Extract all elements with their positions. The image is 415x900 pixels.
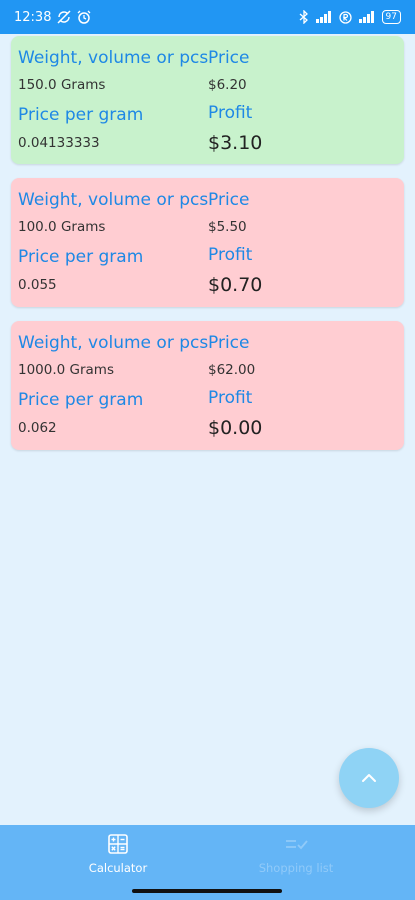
- bluetooth-icon: [299, 10, 309, 24]
- price-per-value: 0.055: [18, 277, 57, 293]
- battery-icon: 97: [381, 10, 401, 24]
- price-per-value: 0.04133333: [18, 135, 100, 151]
- cell-signal-icon: [358, 11, 376, 23]
- profit-label: Profit: [208, 245, 253, 265]
- profit-value: $0.00: [208, 417, 263, 439]
- chevron-up-icon: [360, 772, 378, 784]
- scroll-up-fab[interactable]: [339, 748, 399, 808]
- price-per-label: Price per gram: [18, 247, 144, 267]
- calc-card[interactable]: Weight, volume or pcs Price 1000.0 Grams…: [11, 321, 404, 450]
- r-badge-icon: [338, 10, 352, 24]
- status-bar: 12:38 97: [0, 0, 415, 34]
- nav-calculator-label: Calculator: [88, 861, 148, 875]
- nav-calculator[interactable]: Calculator: [38, 833, 198, 875]
- calculator-icon: [107, 833, 129, 855]
- price-per-label: Price per gram: [18, 390, 144, 410]
- nav-shopping-list[interactable]: Shopping list: [216, 833, 376, 875]
- price-value: $62.00: [208, 362, 256, 378]
- alarm-icon: [77, 10, 91, 24]
- calc-card[interactable]: Weight, volume or pcs Price 100.0 Grams …: [11, 178, 404, 307]
- price-label: Price: [208, 333, 250, 353]
- weight-label: Weight, volume or pcs: [18, 48, 209, 68]
- cell-signal-icon: [315, 11, 333, 23]
- weight-label: Weight, volume or pcs: [18, 190, 209, 210]
- price-value: $6.20: [208, 77, 247, 93]
- weight-value: 1000.0 Grams: [18, 362, 114, 378]
- calc-card[interactable]: Weight, volume or pcs Price 150.0 Grams …: [11, 36, 404, 164]
- weight-label: Weight, volume or pcs: [18, 333, 209, 353]
- status-time: 12:38: [14, 9, 52, 25]
- no-sync-icon: [57, 10, 71, 24]
- home-indicator[interactable]: [132, 889, 282, 893]
- price-label: Price: [208, 190, 250, 210]
- price-per-value: 0.062: [18, 420, 57, 436]
- profit-label: Profit: [208, 388, 253, 408]
- checklist-icon: [284, 833, 308, 855]
- profit-value: $3.10: [208, 132, 263, 154]
- weight-value: 150.0 Grams: [18, 77, 106, 93]
- price-per-label: Price per gram: [18, 105, 144, 125]
- price-value: $5.50: [208, 219, 247, 235]
- price-label: Price: [208, 48, 250, 68]
- weight-value: 100.0 Grams: [18, 219, 106, 235]
- nav-shopping-list-label: Shopping list: [258, 861, 334, 875]
- profit-value: $0.70: [208, 274, 263, 296]
- profit-label: Profit: [208, 103, 253, 123]
